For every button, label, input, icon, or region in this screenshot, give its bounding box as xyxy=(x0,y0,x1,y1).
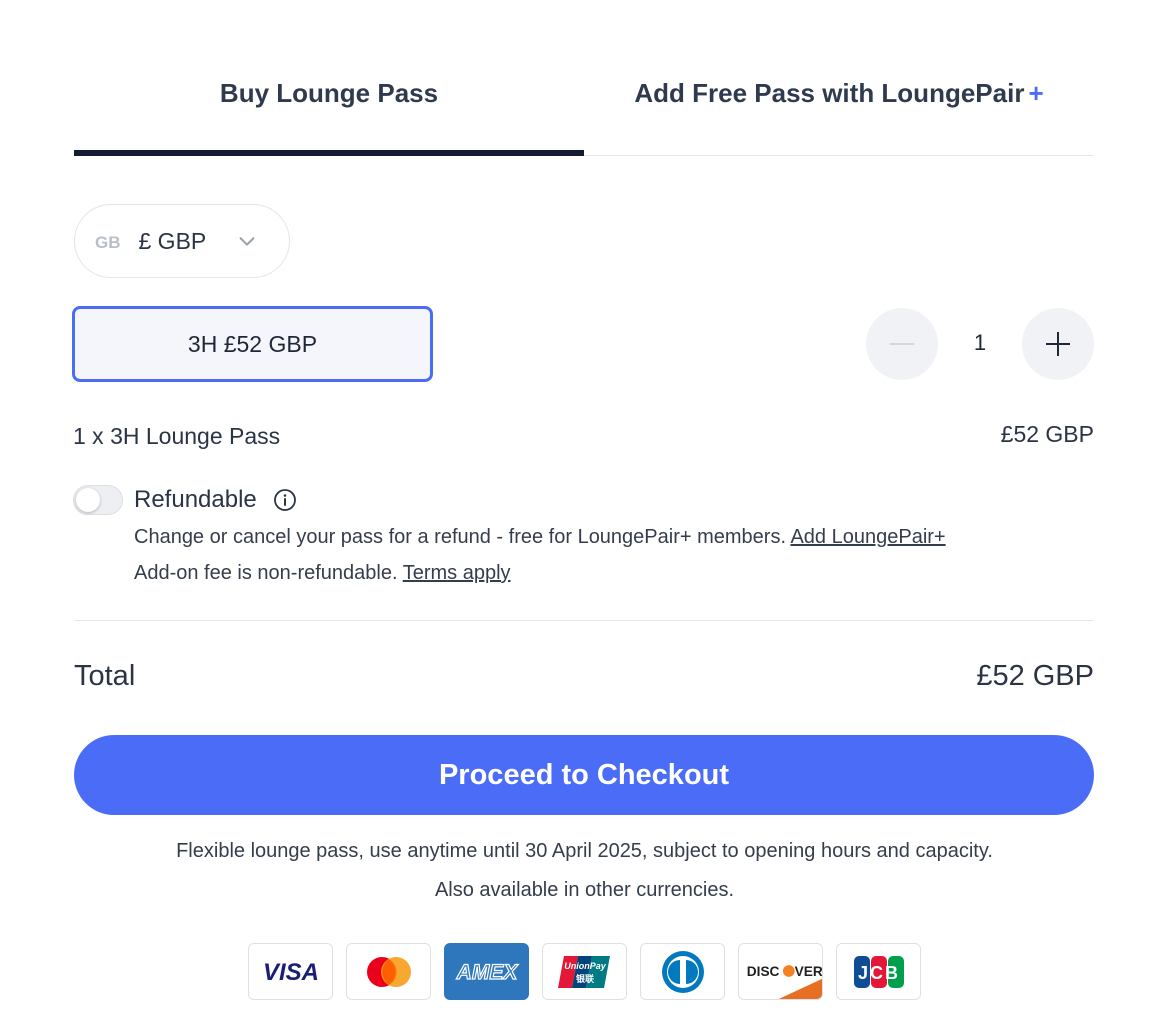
refundable-toggle[interactable] xyxy=(73,485,123,515)
flag-icon: GB xyxy=(95,233,121,252)
pass-option-3h[interactable]: 3H £52 GBP xyxy=(72,306,433,382)
discover-text: DISC xyxy=(747,964,780,979)
checkout-label: Proceed to Checkout xyxy=(438,758,730,791)
unionpay-text: UnionPay xyxy=(564,961,607,971)
jcb-text: JCB xyxy=(857,963,899,983)
visa-logo: VISA xyxy=(248,943,333,1000)
section-divider xyxy=(74,620,1094,621)
unionpay-logo: UnionPay 银联 xyxy=(542,943,627,1000)
tab-buy-lounge-pass[interactable]: Buy Lounge Pass xyxy=(74,60,584,156)
payment-methods: VISA AMEX UnionPay 银联 DISC VER JCB xyxy=(248,943,921,1000)
quantity-value: 1 xyxy=(973,330,987,355)
currency-selector[interactable]: GB £ GBP xyxy=(74,204,290,278)
total-label: Total xyxy=(74,660,136,692)
plus-icon xyxy=(1046,332,1070,356)
tab-bar: Buy Lounge Pass Add Free Pass with Loung… xyxy=(74,60,1094,156)
quantity-decrease-button[interactable] xyxy=(866,308,938,380)
info-icon[interactable] xyxy=(273,488,297,512)
minus-icon xyxy=(890,343,914,345)
tab-free-label: Add Free Pass with LoungePair xyxy=(634,78,1025,108)
currencies-note: Also available in other currencies. xyxy=(434,879,735,901)
jcb-logo: JCB xyxy=(836,943,921,1000)
loungepair-plus-accent: + xyxy=(1028,78,1044,108)
visa-text: VISA xyxy=(262,959,318,986)
terms-link[interactable]: Terms apply xyxy=(403,562,511,584)
amex-text: AMEX xyxy=(455,961,519,984)
chevron-down-icon xyxy=(239,237,255,246)
line-item-price: £52 GBP xyxy=(1000,421,1094,447)
amex-logo: AMEX xyxy=(444,943,529,1000)
discover-logo: DISC VER xyxy=(738,943,823,1000)
svg-text:银联: 银联 xyxy=(575,973,594,985)
refundable-label: Refundable xyxy=(134,486,257,513)
toggle-knob xyxy=(76,488,100,512)
refund-desc-text: Change or cancel your pass for a refund … xyxy=(134,526,787,548)
mastercard-logo xyxy=(346,943,431,1000)
add-loungepair-link[interactable]: Add LoungePair+ xyxy=(790,526,945,548)
pass-option-label: 3H £52 GBP xyxy=(187,330,318,357)
flexible-pass-note: Flexible lounge pass, use anytime until … xyxy=(176,840,993,862)
fee-note: Add-on fee is non-refundable. xyxy=(134,562,398,584)
refundable-description: Change or cancel your pass for a refund … xyxy=(134,519,1094,591)
line-item-label: 1 x 3H Lounge Pass xyxy=(73,423,281,449)
discover-text-tail: VER xyxy=(795,964,822,979)
tab-add-free-pass[interactable]: Add Free Pass with LoungePair + xyxy=(584,60,1094,156)
proceed-to-checkout-button[interactable]: Proceed to Checkout xyxy=(74,735,1094,815)
tab-buy-label: Buy Lounge Pass xyxy=(219,78,439,108)
active-tab-indicator xyxy=(74,150,584,156)
diners-logo xyxy=(640,943,725,1000)
total-value: £52 GBP xyxy=(976,660,1094,692)
tab-divider xyxy=(584,155,1094,156)
currency-label: £ GBP xyxy=(138,227,207,254)
quantity-increase-button[interactable] xyxy=(1022,308,1094,380)
